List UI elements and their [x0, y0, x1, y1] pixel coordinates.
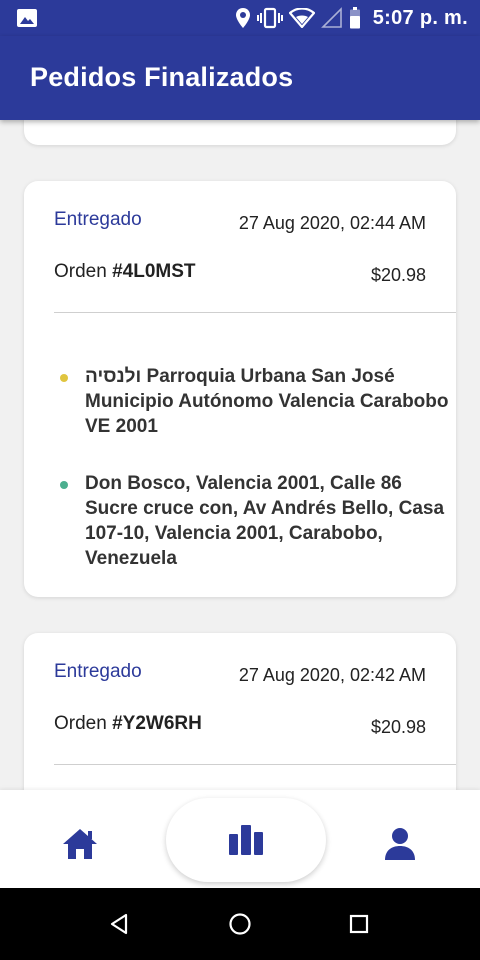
home-icon [63, 829, 97, 859]
order-label: Orden [54, 713, 107, 734]
order-card[interactable]: Entregado 27 Aug 2020, 02:42 AM Orden #Y… [24, 633, 456, 790]
pickup-dot-icon [60, 374, 68, 382]
nav-home-button[interactable] [56, 820, 104, 868]
recents-button[interactable] [345, 910, 373, 938]
dropoff-stop: Don Bosco, Valencia 2001, Calle 86 Sucre… [54, 471, 450, 571]
bottom-nav [0, 790, 480, 888]
order-card-previous[interactable] [24, 120, 456, 145]
order-status: Entregado [54, 661, 142, 682]
order-date: 27 Aug 2020, 02:42 AM [238, 665, 426, 685]
nav-stats-button[interactable] [166, 798, 326, 882]
system-nav-bar [0, 888, 480, 960]
order-number: Orden #Y2W6RH [54, 713, 202, 735]
order-price: $20.98 [370, 265, 426, 285]
dropoff-address: Don Bosco, Valencia 2001, Calle 86 Sucre… [85, 473, 445, 569]
vibrate-icon [256, 7, 283, 29]
location-icon [235, 8, 250, 28]
battery-icon [349, 7, 360, 29]
status-time: 5:07 p. m. [372, 6, 468, 29]
order-label: Orden [54, 261, 107, 282]
order-code: #Y2W6RH [112, 713, 202, 734]
image-icon [17, 9, 37, 27]
orders-list[interactable]: Entregado 27 Aug 2020, 02:44 AM Orden #4… [0, 120, 480, 790]
page-title: Pedidos Finalizados [30, 62, 294, 92]
stats-icon [229, 825, 263, 855]
order-code: #4L0MST [112, 261, 196, 282]
back-icon [110, 913, 128, 935]
divider [54, 764, 456, 765]
signal-icon [320, 7, 342, 28]
recents-icon [349, 914, 369, 934]
order-number: Orden #4L0MST [54, 261, 196, 283]
order-price: $20.98 [370, 717, 426, 737]
order-card[interactable]: Entregado 27 Aug 2020, 02:44 AM Orden #4… [24, 181, 456, 597]
wifi-icon [288, 8, 315, 28]
pickup-stop: ולנסיה Parroquia Urbana San José Municip… [54, 364, 450, 440]
divider [54, 312, 456, 313]
order-status: Entregado [54, 209, 142, 230]
status-bar: 5:07 p. m. [0, 0, 480, 36]
dropoff-dot-icon [60, 481, 68, 489]
pickup-address: ולנסיה Parroquia Urbana San José Municip… [85, 366, 449, 437]
profile-icon [385, 828, 415, 860]
home-system-button[interactable] [226, 910, 254, 938]
back-button[interactable] [105, 910, 133, 938]
nav-profile-button[interactable] [376, 820, 424, 868]
order-date: 27 Aug 2020, 02:44 AM [238, 213, 426, 233]
home-circle-icon [229, 913, 251, 935]
app-bar: Pedidos Finalizados [0, 36, 480, 120]
